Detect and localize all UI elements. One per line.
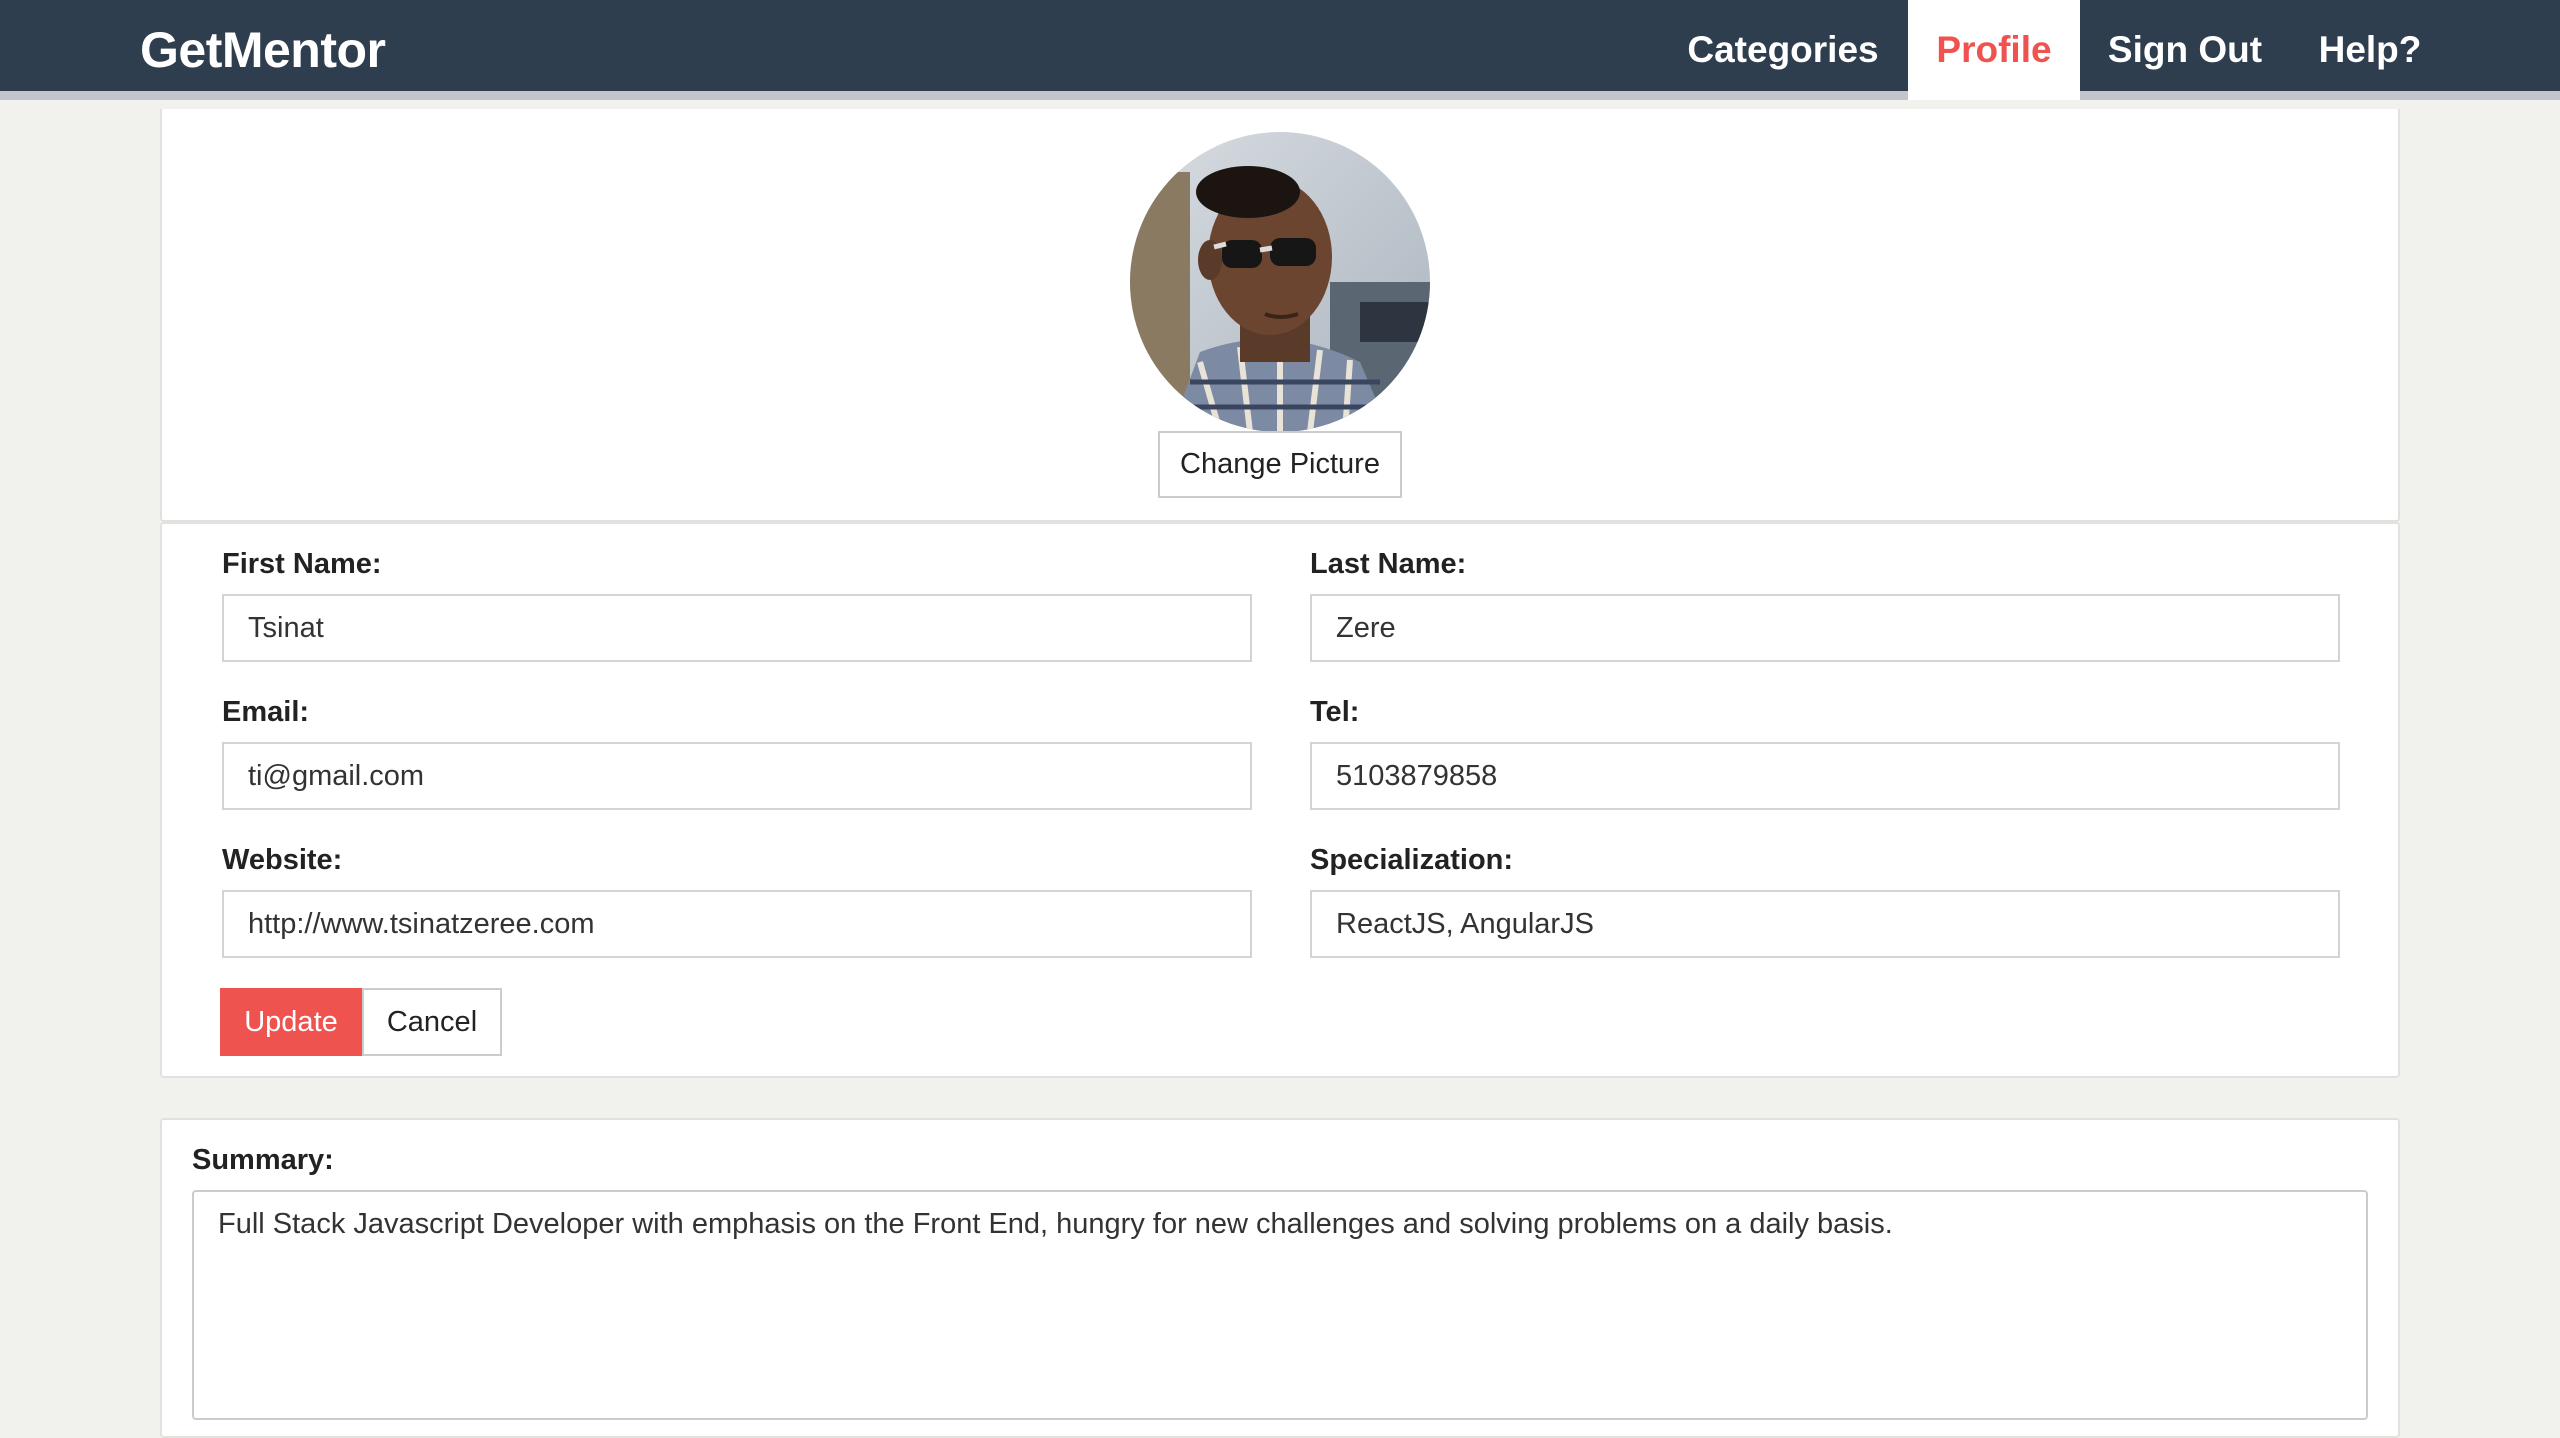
avatar-photo — [1130, 132, 1430, 432]
email-label: Email: — [222, 696, 310, 728]
summary-label: Summary: — [192, 1144, 334, 1176]
nav-categories[interactable]: Categories — [1658, 0, 1908, 100]
last-name-field[interactable]: Zere — [1310, 594, 2340, 662]
brand-logo[interactable]: GetMentor — [140, 0, 386, 100]
nav-profile[interactable]: Profile — [1908, 0, 2080, 100]
website-field[interactable]: http://www.tsinatzeree.com — [222, 890, 1252, 958]
change-picture-button[interactable]: Change Picture — [1158, 431, 1402, 498]
specialization-label: Specialization: — [1310, 844, 1514, 876]
email-field[interactable]: ti@gmail.com — [222, 742, 1252, 810]
top-navbar: GetMentor Categories Profile Sign Out He… — [0, 0, 2560, 100]
tel-field[interactable]: 5103879858 — [1310, 742, 2340, 810]
avatar — [1130, 132, 1430, 432]
specialization-field[interactable]: ReactJS, AngularJS — [1310, 890, 2340, 958]
first-name-field[interactable]: Tsinat — [222, 594, 1252, 662]
first-name-label: First Name: — [222, 548, 382, 580]
tel-label: Tel: — [1310, 696, 1360, 728]
nav-help[interactable]: Help? — [2290, 0, 2450, 100]
cancel-button[interactable]: Cancel — [362, 988, 502, 1056]
website-label: Website: — [222, 844, 343, 876]
nav-sign-out[interactable]: Sign Out — [2080, 0, 2290, 100]
last-name-label: Last Name: — [1310, 548, 1467, 580]
summary-textarea[interactable]: Full Stack Javascript Developer with emp… — [192, 1190, 2368, 1420]
update-button[interactable]: Update — [220, 988, 362, 1056]
